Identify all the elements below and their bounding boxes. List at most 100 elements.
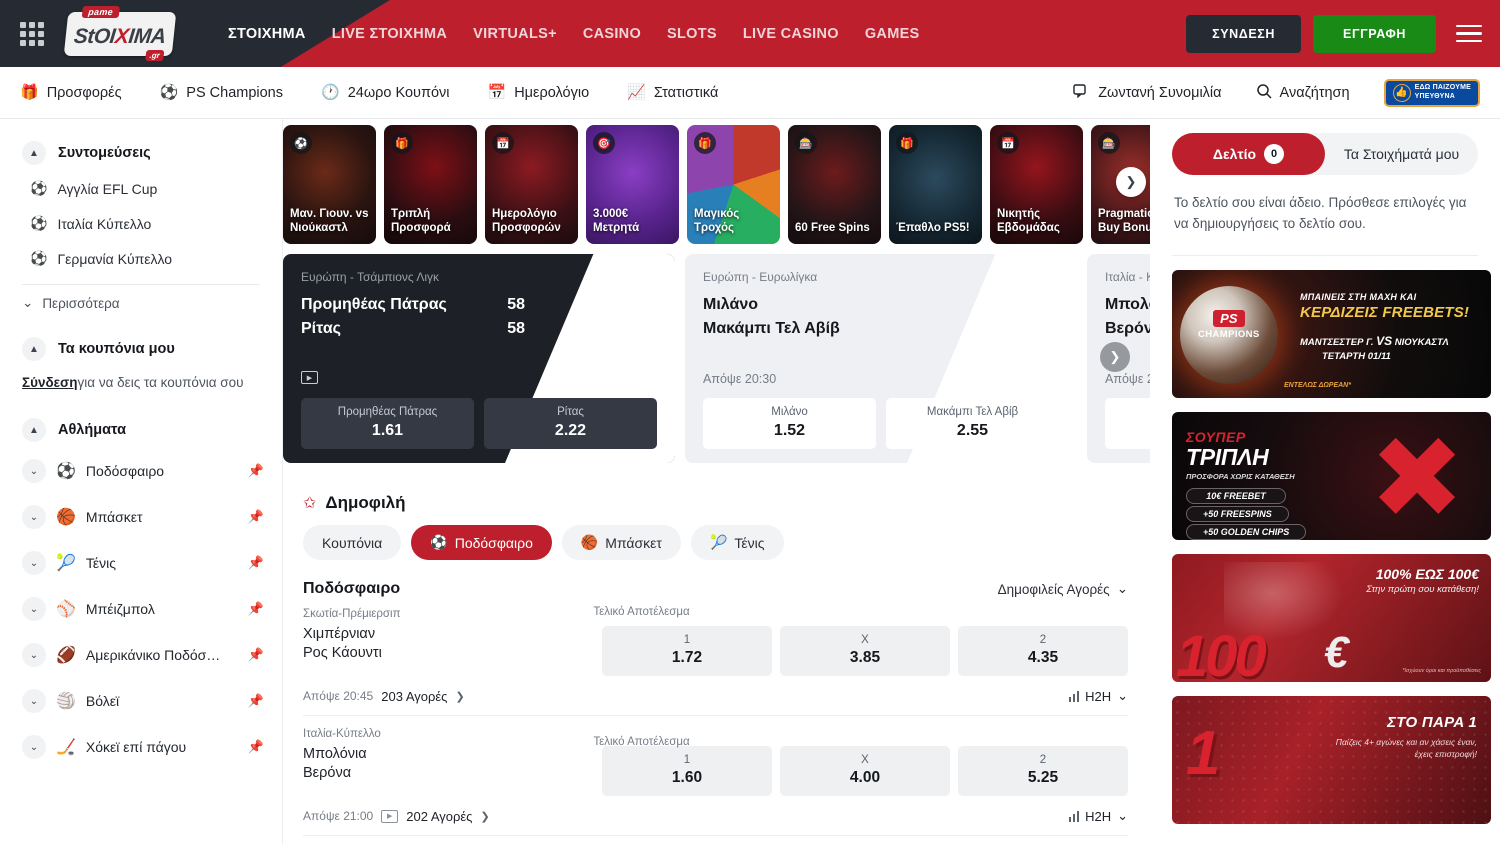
- chart-icon: 📈: [627, 85, 646, 100]
- match-markets-count[interactable]: 203 Αγορές: [381, 689, 447, 704]
- tab-betslip[interactable]: Δελτίο 0: [1172, 133, 1325, 175]
- pin-icon[interactable]: 📌: [248, 555, 264, 571]
- search-button[interactable]: Αναζήτηση: [1256, 83, 1350, 102]
- markets-selector[interactable]: Δημοφιλείς Αγορές ⌄: [998, 581, 1128, 597]
- pin-icon[interactable]: 📌: [248, 739, 264, 755]
- chevron-down-icon[interactable]: ⌄: [22, 735, 46, 759]
- chevron-down-icon[interactable]: ⌄: [22, 459, 46, 483]
- sidebar-item-basketball[interactable]: ⌄ 🏀 Μπάσκετ 📌: [0, 494, 282, 540]
- tv-stream-icon[interactable]: ▶: [381, 810, 398, 823]
- sidebar-section-my-coupons[interactable]: ▲ Τα κουπόνια μου: [0, 331, 282, 367]
- featured-odd-home[interactable]: 1 1.6: [1105, 398, 1150, 449]
- pin-icon[interactable]: 📌: [248, 601, 264, 617]
- nav-item-live-casino[interactable]: LIVE CASINO: [743, 26, 839, 42]
- sidebar-item-italy-cup[interactable]: ⚽ Ιταλία Κύπελλο: [0, 206, 282, 241]
- sidebar-item-tennis[interactable]: ⌄ 🎾 Τένις 📌: [0, 540, 282, 586]
- promo-card-ps-champions[interactable]: ⚽ Μαν. Γιουν. vs Νιούκαστλ: [283, 125, 376, 244]
- subnav-item-statistics[interactable]: 📈 Στατιστικά: [627, 85, 718, 101]
- featured-odd-home[interactable]: Μιλάνο 1.52: [703, 398, 876, 449]
- featured-odd-away[interactable]: Μακάμπι Τελ Αβίβ 2.55: [886, 398, 1059, 449]
- promo-carousel-next-button[interactable]: ❯: [1116, 167, 1146, 197]
- gift-badge-icon: 🎁: [391, 132, 413, 154]
- chevron-right-icon[interactable]: ❯: [480, 810, 489, 823]
- responsible-gaming-badge[interactable]: 👍 ΕΔΩ ΠΑΙΖΟΥΜΕ ΥΠΕΥΘΥΝΑ: [1384, 79, 1480, 107]
- nav-item-live-stoixima[interactable]: LIVE ΣΤΟΙΧΗΜΑ: [332, 26, 447, 42]
- sidebar-section-shortcuts[interactable]: ▲ Συντομεύσεις: [0, 135, 282, 171]
- tab-football[interactable]: ⚽ Ποδόσφαιρο: [411, 525, 552, 560]
- banner-ps-champions[interactable]: PS CHAMPIONS ΜΠΑΙΝΕΙΣ ΣΤΗ ΜΑΧΗ ΚΑΙ ΚΕΡΔΙ…: [1172, 270, 1491, 398]
- featured-odd-away[interactable]: Ρίτας 2.22: [484, 398, 657, 449]
- odds-cell-2[interactable]: 2 5.25: [958, 746, 1128, 796]
- tab-my-bets[interactable]: Τα Στοιχήματά μου: [1325, 133, 1478, 175]
- match-teams[interactable]: Μπολόνια Βερόνα: [303, 746, 593, 781]
- banner-super-triple[interactable]: ΣΟΥΠΕΡ ΤΡΙΠΛΗ ΠΡΟΣΦΟΡΑ ΧΩΡΙΣ ΚΑΤΑΘΕΣΗ 10…: [1172, 412, 1491, 540]
- odds-cell-x[interactable]: X 4.00: [780, 746, 950, 796]
- chevron-down-icon[interactable]: ⌄: [22, 597, 46, 621]
- sidebar-item-american-football[interactable]: ⌄ 🏈 Αμερικάνικο Ποδόσ… 📌: [0, 632, 282, 678]
- promo-label: Νικητής Εβδομάδας: [990, 208, 1083, 244]
- promo-card-triple-offer[interactable]: 🎁 Τριπλή Προσφορά: [384, 125, 477, 244]
- site-logo[interactable]: pame StOIXIMA .gr: [66, 10, 174, 58]
- promo-card-magic-wheel[interactable]: 🎁 Μαγικός Τροχός: [687, 125, 780, 244]
- promo-card-offers-calendar[interactable]: 📅 Ημερολόγιο Προσφορών: [485, 125, 578, 244]
- featured-odd-home[interactable]: Προμηθέας Πάτρας 1.61: [301, 398, 474, 449]
- nav-item-slots[interactable]: SLOTS: [667, 26, 717, 42]
- nav-item-games[interactable]: GAMES: [865, 26, 920, 42]
- sidebar-item-ice-hockey[interactable]: ⌄ 🏒 Χόκεϊ επί πάγου 📌: [0, 724, 282, 770]
- hamburger-menu-icon[interactable]: [1456, 25, 1482, 43]
- tab-basketball[interactable]: 🏀 Μπάσκετ: [562, 525, 681, 560]
- apps-grid-icon[interactable]: [20, 22, 44, 46]
- nav-item-casino[interactable]: CASINO: [583, 26, 641, 42]
- pin-icon[interactable]: 📌: [248, 693, 264, 709]
- sidebar-item-volleyball[interactable]: ⌄ 🏐 Βόλεϊ 📌: [0, 678, 282, 724]
- nav-item-stoixima[interactable]: ΣΤΟΙΧΗΜΑ: [228, 26, 306, 42]
- match-header: Σκωτία-Πρέμιερσιπ Τελικό Αποτέλεσμα: [303, 606, 1128, 620]
- chevron-down-icon[interactable]: ⌄: [22, 505, 46, 529]
- pin-icon[interactable]: 📌: [248, 509, 264, 525]
- promo-card-weekly-winner[interactable]: 📅 Νικητής Εβδομάδας: [990, 125, 1083, 244]
- promo-label: Pragmatic Buy Bonus: [1091, 208, 1150, 244]
- coupons-login-link[interactable]: Σύνδεση: [22, 375, 78, 390]
- promo-card-free-spins[interactable]: 🎰 60 Free Spins: [788, 125, 881, 244]
- live-chat-button[interactable]: Ζωντανή Συνομιλία: [1073, 84, 1221, 102]
- pin-icon[interactable]: 📌: [248, 647, 264, 663]
- pin-icon[interactable]: 📌: [248, 463, 264, 479]
- subnav-item-calendar[interactable]: 📅 Ημερολόγιο: [488, 85, 590, 101]
- nav-item-virtuals[interactable]: VIRTUALS+: [473, 26, 557, 42]
- banner-sto-para-1[interactable]: 1 ΣΤΟ ΠΑΡΑ 1 Παίζεις 4+ αγώνες και αν χά…: [1172, 696, 1491, 824]
- featured-carousel-next-button[interactable]: ❯: [1100, 342, 1130, 372]
- featured-match-card-2[interactable]: Ευρώπη - Ευρωλίγκα Μιλάνο Μακάμπι Τελ Αβ…: [685, 254, 1077, 463]
- chevron-down-icon[interactable]: ⌄: [22, 643, 46, 667]
- subnav-item-offers[interactable]: 🎁 Προσφορές: [20, 85, 122, 101]
- odds-cell-2[interactable]: 2 4.35: [958, 626, 1128, 676]
- featured-match-card-1[interactable]: Ευρώπη - Τσάμπιονς Λιγκ Προμηθέας Πάτρας…: [283, 254, 675, 463]
- match-teams[interactable]: Χιμπέρνιαν Ρος Κάουντι: [303, 626, 593, 661]
- login-button[interactable]: ΣΥΝΔΕΣΗ: [1186, 15, 1301, 53]
- sidebar-item-germany-cup[interactable]: ⚽ Γερμανία Κύπελλο: [0, 241, 282, 276]
- subnav-label-offers: Προσφορές: [47, 85, 122, 101]
- sidebar-item-baseball[interactable]: ⌄ ⚾ Μπέιζμπολ 📌: [0, 586, 282, 632]
- sidebar-section-sports[interactable]: ▲ Αθλήματα: [0, 412, 282, 448]
- promo-card-ps5-prize[interactable]: 🎁 Έπαθλο PS5!: [889, 125, 982, 244]
- register-button[interactable]: ΕΓΓΡΑΦΗ: [1313, 15, 1436, 53]
- tab-coupons[interactable]: Κουπόνια: [303, 525, 401, 560]
- subnav-item-ps-champions[interactable]: ⚽ PS Champions: [160, 85, 283, 101]
- sidebar-show-more[interactable]: ⌄ Περισσότερα: [0, 285, 282, 321]
- odds-cell-1[interactable]: 1 1.60: [602, 746, 772, 796]
- promo-card-cash-3000[interactable]: 🎯 3.000€ Μετρητά: [586, 125, 679, 244]
- subnav-item-24h-coupon[interactable]: 🕐 24ωρο Κουπόνι: [321, 85, 450, 101]
- match-markets-count[interactable]: 202 Αγορές: [406, 809, 472, 824]
- h2h-button[interactable]: H2H ⌄: [1069, 688, 1128, 704]
- h2h-button[interactable]: H2H ⌄: [1069, 808, 1128, 824]
- banner-deposit-bonus[interactable]: 100 € 100% ΕΩΣ 100€ Στην πρώτη σου κατάθ…: [1172, 554, 1491, 682]
- tab-tennis[interactable]: 🎾 Τένις: [691, 525, 784, 560]
- odds-key: 1: [602, 754, 772, 766]
- odds-cell-1[interactable]: 1 1.72: [602, 626, 772, 676]
- chevron-right-icon[interactable]: ❯: [455, 690, 464, 703]
- chevron-down-icon[interactable]: ⌄: [22, 551, 46, 575]
- tv-stream-icon[interactable]: ▶: [301, 371, 318, 384]
- chevron-down-icon[interactable]: ⌄: [22, 689, 46, 713]
- sidebar-item-football[interactable]: ⌄ ⚽ Ποδόσφαιρο 📌: [0, 448, 282, 494]
- sidebar-item-efl-cup[interactable]: ⚽ Αγγλία EFL Cup: [0, 171, 282, 206]
- odds-cell-x[interactable]: X 3.85: [780, 626, 950, 676]
